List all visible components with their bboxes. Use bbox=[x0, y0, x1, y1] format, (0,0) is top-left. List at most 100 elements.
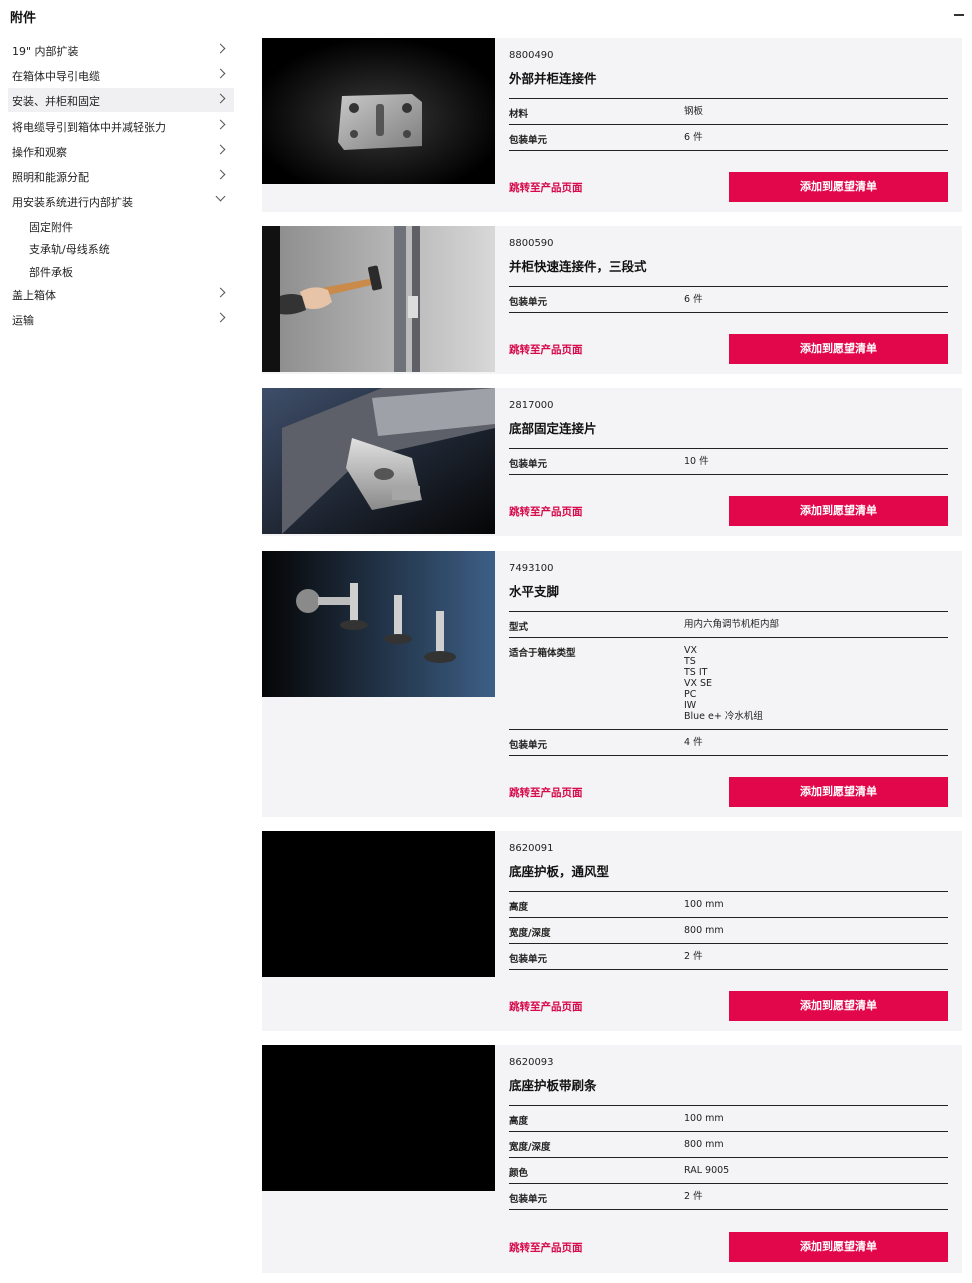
spec-row: 适合于箱体类型 VX TS TS IT VX SE PC IW Blue e+ … bbox=[509, 637, 948, 729]
divider bbox=[509, 1209, 948, 1210]
product-page-link[interactable]: 跳转至产品页面 bbox=[509, 1240, 583, 1255]
sidebar-item-covers[interactable]: 盖上箱体 bbox=[8, 282, 234, 306]
product-page-link[interactable]: 跳转至产品页面 bbox=[509, 342, 583, 357]
article-number: 8800590 bbox=[509, 238, 554, 249]
product-image[interactable] bbox=[262, 1045, 495, 1191]
product-name: 底部固定连接片 bbox=[509, 421, 597, 436]
spec-value-list: VX TS TS IT VX SE PC IW Blue e+ 冷水机组 bbox=[684, 645, 763, 722]
spec-value: 6 件 bbox=[684, 294, 703, 305]
product-page-link[interactable]: 跳转至产品页面 bbox=[509, 999, 583, 1014]
spec-value: TS IT bbox=[684, 667, 708, 678]
divider bbox=[509, 474, 948, 475]
sidebar-item-label: 盖上箱体 bbox=[12, 289, 56, 302]
spec-row: 包装单元 10 件 bbox=[509, 448, 948, 474]
spec-key: 包装单元 bbox=[509, 459, 548, 470]
spec-key: 颜色 bbox=[509, 1168, 529, 1179]
sidebar-item-operation[interactable]: 操作和观察 bbox=[8, 139, 234, 163]
product-page-link[interactable]: 跳转至产品页面 bbox=[509, 180, 583, 195]
spec-row: 包装单元 2 件 bbox=[509, 943, 948, 969]
product-image[interactable] bbox=[262, 226, 495, 372]
article-number: 8620093 bbox=[509, 1057, 554, 1068]
collapse-icon[interactable] bbox=[954, 14, 964, 16]
spec-value: IW bbox=[684, 700, 697, 711]
sidebar-item-mounting[interactable]: 安装、并柜和固定 bbox=[8, 88, 234, 112]
sidebar-subitem-plates[interactable]: 部件承板 bbox=[29, 264, 73, 280]
divider bbox=[509, 150, 948, 151]
add-to-wishlist-button[interactable]: 添加到愿望清单 bbox=[729, 334, 948, 364]
product-image[interactable] bbox=[262, 388, 495, 534]
divider bbox=[509, 969, 948, 970]
spec-value: 100 mm bbox=[684, 899, 724, 910]
divider bbox=[509, 755, 948, 756]
spec-value: 用内六角调节机柜内部 bbox=[684, 619, 780, 630]
product-page-link[interactable]: 跳转至产品页面 bbox=[509, 785, 583, 800]
spec-key: 包装单元 bbox=[509, 297, 548, 308]
spec-value: 4 件 bbox=[684, 737, 703, 748]
spec-value: 2 件 bbox=[684, 1191, 703, 1202]
sidebar-item-cable-entry[interactable]: 将电缆导引到箱体中并减轻张力 bbox=[8, 114, 234, 138]
product-name: 水平支脚 bbox=[509, 584, 560, 599]
product-card: 7493100 水平支脚 型式 用内六角调节机柜内部 适合于箱体类型 VX TS… bbox=[262, 551, 962, 817]
spec-row: 包装单元 4 件 bbox=[509, 729, 948, 755]
add-to-wishlist-button[interactable]: 添加到愿望清单 bbox=[729, 991, 948, 1021]
spec-key: 高度 bbox=[509, 1116, 529, 1127]
spec-value: TS bbox=[684, 656, 696, 667]
sidebar-item-interior[interactable]: 用安装系统进行内部扩装 bbox=[8, 189, 234, 213]
product-image[interactable] bbox=[262, 551, 495, 697]
spec-key: 材料 bbox=[509, 109, 529, 120]
spec-row: 材料 钢板 bbox=[509, 98, 948, 124]
sidebar-item-label: 操作和观察 bbox=[12, 146, 67, 159]
add-to-wishlist-button[interactable]: 添加到愿望清单 bbox=[729, 777, 948, 807]
chevron-down-icon bbox=[215, 191, 226, 202]
sidebar-subitem-rails[interactable]: 支承轨/母线系统 bbox=[29, 241, 110, 257]
spec-key: 适合于箱体类型 bbox=[509, 648, 576, 659]
chevron-right-icon bbox=[215, 93, 226, 104]
spec-value: RAL 9005 bbox=[684, 1165, 730, 1176]
product-name: 外部并柜连接件 bbox=[509, 71, 597, 86]
product-image[interactable] bbox=[262, 831, 495, 977]
chevron-right-icon bbox=[215, 68, 226, 79]
spec-value: VX SE bbox=[684, 678, 713, 689]
add-to-wishlist-button[interactable]: 添加到愿望清单 bbox=[729, 496, 948, 526]
spec-value: 2 件 bbox=[684, 951, 703, 962]
article-number: 8620091 bbox=[509, 843, 554, 854]
product-image[interactable] bbox=[262, 38, 495, 184]
chevron-right-icon bbox=[215, 119, 226, 130]
spec-key: 宽度/深度 bbox=[509, 928, 551, 939]
sidebar-item-transport[interactable]: 运输 bbox=[8, 307, 234, 331]
sidebar-item-lighting[interactable]: 照明和能源分配 bbox=[8, 164, 234, 188]
spec-value: PC bbox=[684, 689, 697, 700]
sidebar-item-label: 运输 bbox=[12, 314, 34, 327]
add-to-wishlist-button[interactable]: 添加到愿望清单 bbox=[729, 172, 948, 202]
sidebar-item-label: 将电缆导引到箱体中并减轻张力 bbox=[12, 121, 166, 134]
spec-value: VX bbox=[684, 645, 698, 656]
product-card: 2817000 底部固定连接片 包装单元 10 件 跳转至产品页面 添加到愿望清… bbox=[262, 388, 962, 536]
product-card: 8620091 底座护板，通风型 高度 100 mm 宽度/深度 800 mm … bbox=[262, 831, 962, 1031]
spec-row: 宽度/深度 800 mm bbox=[509, 917, 948, 943]
add-to-wishlist-button[interactable]: 添加到愿望清单 bbox=[729, 1232, 948, 1262]
article-number: 7493100 bbox=[509, 563, 554, 574]
spec-row: 高度 100 mm bbox=[509, 891, 948, 917]
chevron-right-icon bbox=[215, 43, 226, 54]
sidebar-item-19-inch[interactable]: 19" 内部扩装 bbox=[8, 38, 234, 62]
product-name: 底座护板带刷条 bbox=[509, 1078, 597, 1093]
spec-row: 宽度/深度 800 mm bbox=[509, 1131, 948, 1157]
chevron-right-icon bbox=[215, 169, 226, 180]
sidebar-item-label: 安装、并柜和固定 bbox=[12, 95, 100, 108]
page-title: 附件 bbox=[10, 11, 37, 26]
spec-key: 高度 bbox=[509, 902, 529, 913]
spec-key: 宽度/深度 bbox=[509, 1142, 551, 1153]
product-name: 底座护板，通风型 bbox=[509, 864, 610, 879]
product-card: 8620093 底座护板带刷条 高度 100 mm 宽度/深度 800 mm 颜… bbox=[262, 1045, 962, 1273]
spec-key: 包装单元 bbox=[509, 1194, 548, 1205]
sidebar-item-cable-routing[interactable]: 在箱体中导引电缆 bbox=[8, 63, 234, 87]
product-page-link[interactable]: 跳转至产品页面 bbox=[509, 504, 583, 519]
spec-key: 包装单元 bbox=[509, 740, 548, 751]
sidebar-item-label: 照明和能源分配 bbox=[12, 171, 89, 184]
spec-value: Blue e+ 冷水机组 bbox=[684, 711, 763, 722]
divider bbox=[509, 312, 948, 313]
spec-row: 包装单元 6 件 bbox=[509, 286, 948, 312]
sidebar-subitem-fixing[interactable]: 固定附件 bbox=[29, 219, 73, 235]
spec-key: 包装单元 bbox=[509, 954, 548, 965]
spec-value: 10 件 bbox=[684, 456, 709, 467]
